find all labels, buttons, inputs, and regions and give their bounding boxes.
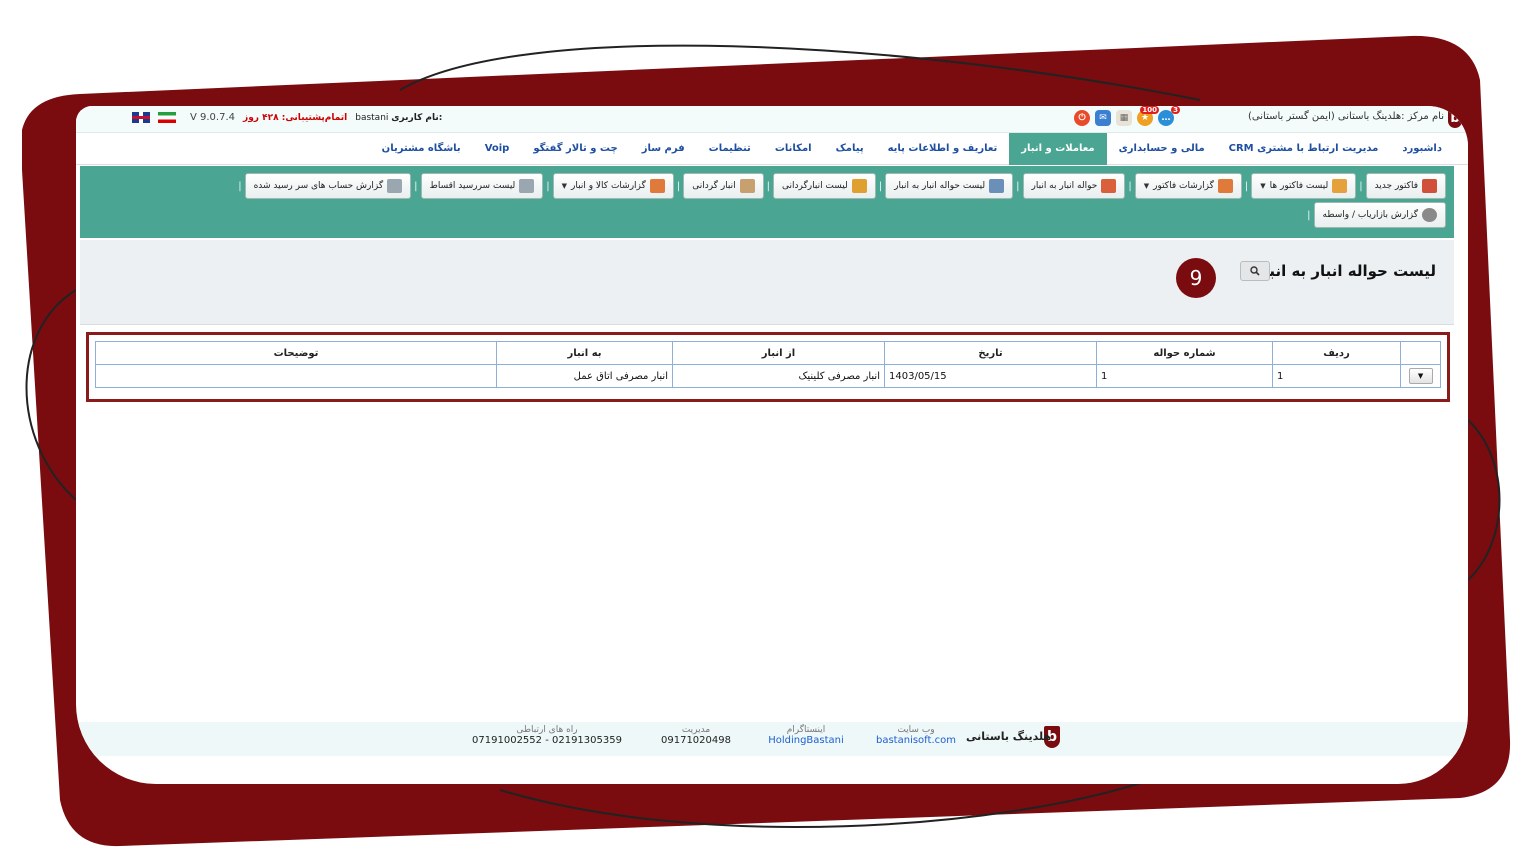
notification-icon[interactable]: ★ 100	[1137, 106, 1159, 126]
invoice-reports-button[interactable]: گزارشات فاکتور ▼	[1134, 173, 1242, 199]
username-label: نام کاربری:	[391, 112, 443, 123]
table-header-row: ردیف شماره حواله تاریخ از انبار به انبار…	[95, 341, 1441, 365]
col-from-warehouse[interactable]: از انبار	[672, 341, 885, 365]
version-label: V 9.0.7.4	[190, 112, 236, 123]
table-row[interactable]: ▼ 1 1 1403/05/15 انبار مصرفی کلینیک انبا…	[95, 364, 1441, 388]
list-icon	[1332, 179, 1348, 193]
col-row-no[interactable]: ردیف	[1272, 341, 1401, 365]
nav-voip[interactable]: Voip	[473, 133, 522, 165]
nav-trade-warehouse[interactable]: معاملات و انبار	[1009, 132, 1107, 165]
inventory-count-button[interactable]: انبار گردانی	[683, 173, 764, 199]
chevron-down-icon: ▼	[1417, 372, 1424, 380]
row-action-cell: ▼	[1400, 364, 1441, 388]
marketer-report-button[interactable]: گزارش بازاریاب / واسطه	[1313, 202, 1446, 228]
transfer-table: ردیف شماره حواله تاریخ از انبار به انبار…	[95, 341, 1441, 388]
notes-cell	[95, 364, 497, 388]
nav-sms[interactable]: پیامک	[824, 133, 876, 165]
footer-brand: هلدینگ باستانی	[966, 730, 1052, 743]
contact-label: راه های ارتباطی	[516, 725, 578, 735]
username-display: bastani نام کاربری:	[355, 113, 442, 123]
management-phone: 09171020498	[661, 735, 731, 746]
chevron-down-icon: ▼	[561, 182, 568, 190]
website-label: وب سایت	[897, 725, 935, 735]
center-name: نام مرکز :هلدینگ باستانی (ایمن گستر باست…	[1248, 111, 1444, 122]
page-title: لیست حواله انبار به انبار	[1255, 262, 1436, 280]
new-invoice-button[interactable]: فاکتور جدید	[1365, 173, 1446, 199]
step-number-badge: 9	[1176, 258, 1216, 298]
brand-logo-icon[interactable]: b	[1448, 110, 1462, 128]
from-warehouse-cell: انبار مصرفی کلینیک	[672, 364, 885, 388]
iran-flag-icon[interactable]	[158, 112, 176, 123]
goods-warehouse-reports-button[interactable]: گزارشات کالا و انبار ▼	[552, 173, 674, 199]
col-notes[interactable]: توضیحات	[95, 341, 497, 365]
to-warehouse-cell: انبار مصرفی اتاق عمل	[496, 364, 673, 388]
instagram-label: اینستاگرام	[786, 725, 826, 735]
date-cell: 1403/05/15	[884, 364, 1097, 388]
row-no-cell: 1	[1272, 364, 1401, 388]
transfer-grid: ردیف شماره حواله تاریخ از انبار به انبار…	[86, 332, 1450, 402]
nav-customer-club[interactable]: باشگاه مشتریان	[370, 133, 473, 165]
power-icon[interactable]: ⏻	[1074, 110, 1090, 126]
main-nav: داشبورد مدیریت ارتباط با مشتری CRM مالی …	[76, 132, 1468, 165]
search-button[interactable]	[1240, 261, 1270, 281]
chevron-down-icon: ▼	[1143, 182, 1150, 190]
transfer-list-icon	[989, 179, 1005, 193]
nav-settings[interactable]: تنظیمات	[697, 133, 763, 165]
inventory-icon	[739, 179, 755, 193]
search-icon	[1250, 266, 1260, 276]
clipboard-icon	[387, 179, 403, 193]
website-link[interactable]: bastanisoft.com	[876, 735, 956, 746]
chevron-down-icon: ▼	[1260, 182, 1266, 190]
goods-report-icon	[649, 179, 665, 193]
col-to-warehouse[interactable]: به انبار	[496, 341, 673, 365]
report-icon	[1217, 179, 1233, 193]
management-label: مدیریت	[681, 725, 711, 735]
notification-count-badge: 100	[1140, 106, 1159, 114]
username-value: bastani	[355, 112, 389, 123]
message-icon[interactable]: ✉ 3	[1095, 106, 1180, 126]
nav-accounting[interactable]: مالی و حسابداری	[1107, 133, 1217, 165]
nav-crm[interactable]: مدیریت ارتباط با مشتری CRM	[1217, 133, 1391, 165]
warehouse-transfer-list-button[interactable]: لیست حواله انبار به انبار	[885, 173, 1014, 199]
col-transfer-no[interactable]: شماره حواله	[1096, 341, 1273, 365]
installment-due-list-button[interactable]: لیست سررسید اقساط	[420, 173, 544, 199]
footer-website: وب سایت bastanisoft.com	[876, 725, 956, 746]
nav-base-data[interactable]: تعاریف و اطلاعات پایه	[876, 133, 1010, 165]
top-bar: V 9.0.7.4 اتمام‌پشتیبانی: ۴۲۸ روز bastan…	[76, 106, 1468, 133]
top-bar-icons: ⏻ ✉ 3 ▦ ★ 100 …	[1074, 106, 1180, 126]
col-date[interactable]: تاریخ	[884, 341, 1097, 365]
nav-form-builder[interactable]: فرم ساز	[630, 133, 697, 165]
invoice-list-button[interactable]: لیست فاکتور ها ▼	[1251, 173, 1357, 199]
footer: b هلدینگ باستانی وب سایت bastanisoft.com…	[76, 722, 1468, 756]
nav-features[interactable]: امکانات	[763, 133, 824, 165]
transfer-no-cell: 1	[1096, 364, 1273, 388]
gear-icon	[1422, 208, 1437, 222]
inventory-list-icon	[851, 179, 867, 193]
due-accounts-report-button[interactable]: گزارش حساب های سر رسید شده	[244, 173, 412, 199]
instagram-link[interactable]: HoldingBastani	[766, 735, 846, 746]
row-menu-dropdown[interactable]: ▼	[1408, 368, 1433, 384]
calendar-icon[interactable]: ▦	[1116, 110, 1132, 126]
footer-management: مدیریت 09171020498	[656, 725, 736, 746]
contact-phones: 07191002552 - 02191305359	[472, 735, 622, 746]
invoice-icon	[1422, 179, 1437, 193]
warehouse-transfer-button[interactable]: حواله انبار به انبار	[1022, 173, 1126, 199]
clipboard-icon	[519, 179, 535, 193]
footer-instagram: اینستاگرام HoldingBastani	[766, 725, 846, 746]
uk-flag-icon[interactable]	[132, 112, 150, 123]
top-bar-left: V 9.0.7.4 اتمام‌پشتیبانی: ۴۲۸ روز bastan…	[132, 112, 442, 123]
message-count-badge: 3	[1171, 106, 1180, 114]
action-toolbar: فاکتور جدید | لیست فاکتور ها ▼ | گزارشات فا…	[80, 166, 1454, 238]
footer-contact: راه های ارتباطی 07191002552 - 0219130535…	[472, 725, 622, 746]
app-window: V 9.0.7.4 اتمام‌پشتیبانی: ۴۲۸ روز bastan…	[76, 106, 1468, 784]
nav-dashboard[interactable]: داشبورد	[1390, 133, 1454, 165]
nav-chat-forum[interactable]: چت و تالار گفتگو	[521, 133, 629, 165]
inventory-count-list-button[interactable]: لیست انبارگردانی	[773, 173, 876, 199]
support-expiry: اتمام‌پشتیبانی: ۴۲۸ روز	[243, 112, 348, 123]
col-actions	[1400, 341, 1441, 365]
page-header: لیست حواله انبار به انبار 9	[80, 240, 1454, 325]
warehouse-icon	[1101, 179, 1117, 193]
